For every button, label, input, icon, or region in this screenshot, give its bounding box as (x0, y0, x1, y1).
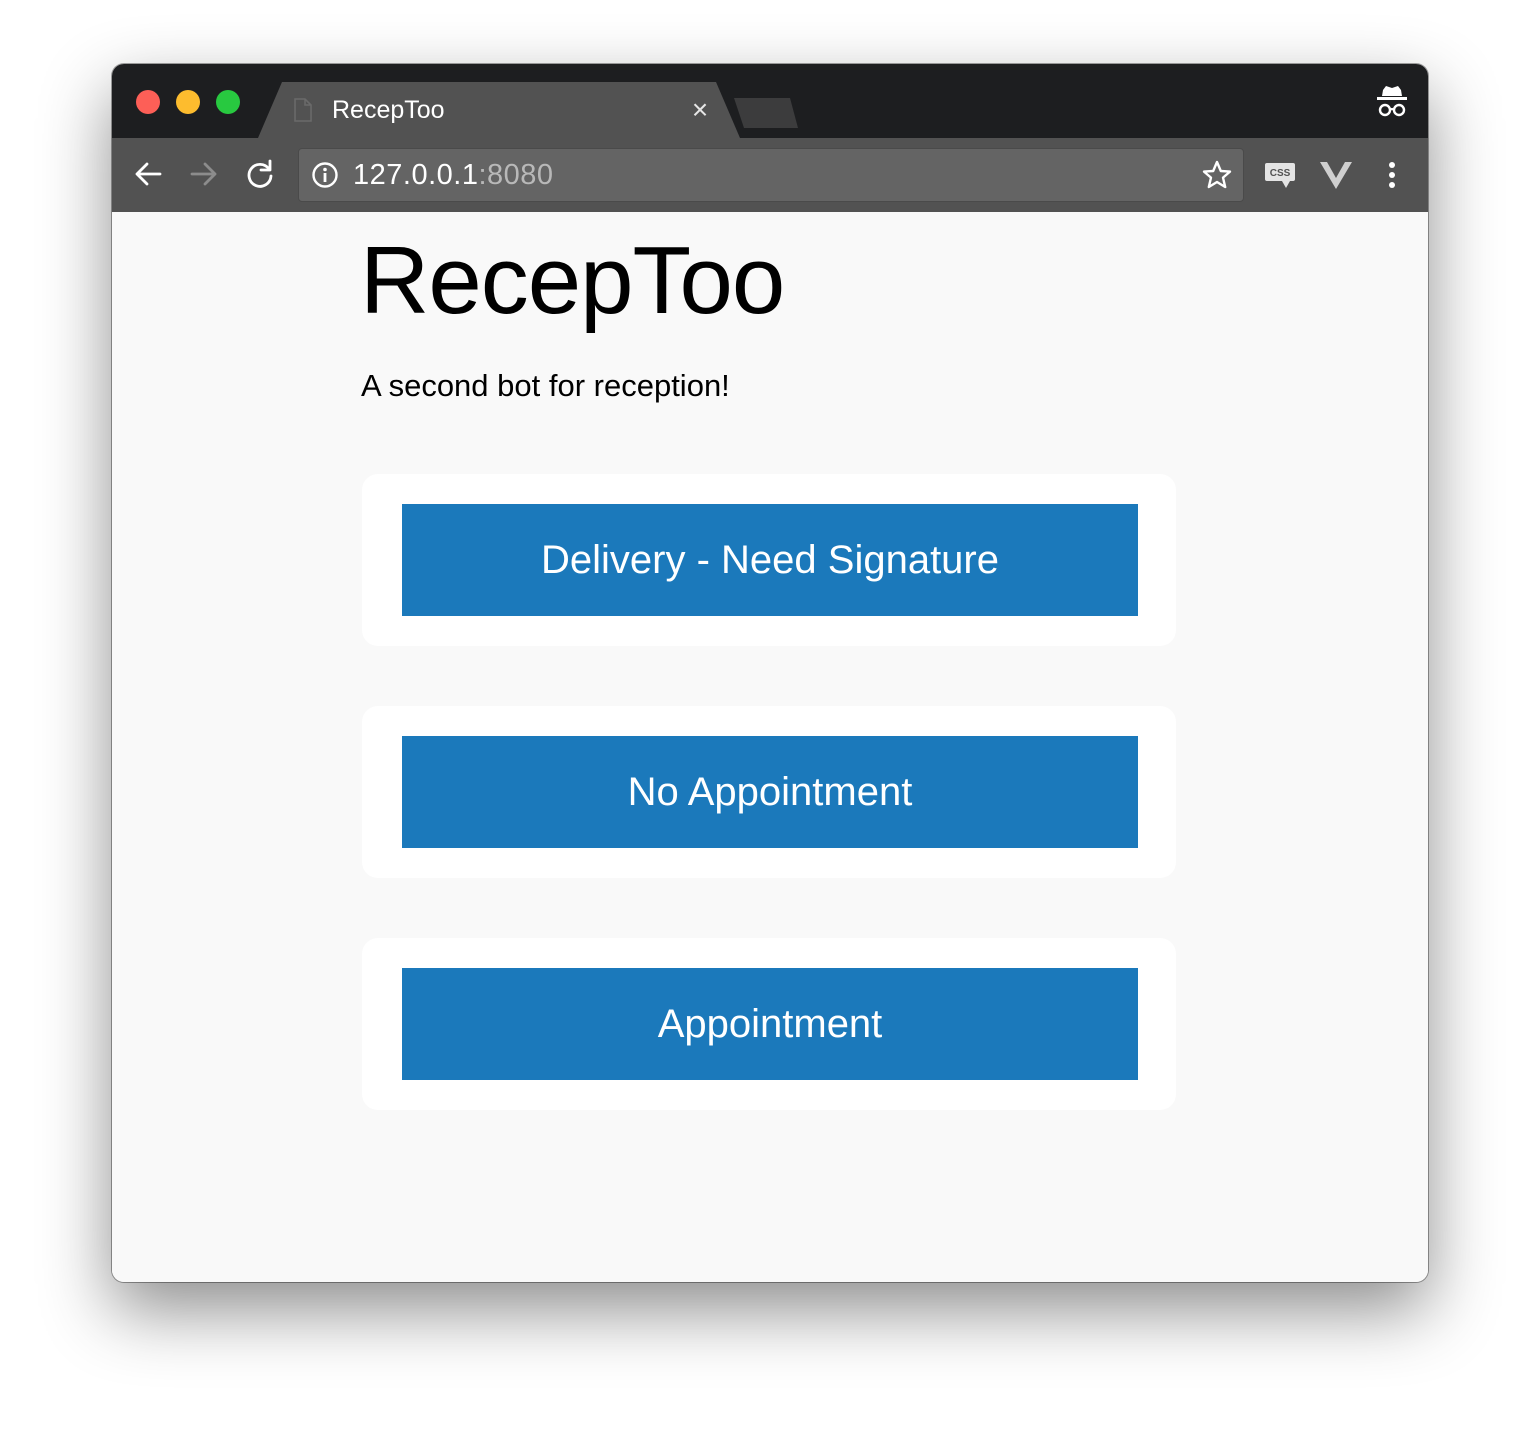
window-close-button[interactable] (136, 90, 160, 114)
css-extension-icon[interactable]: CSS (1262, 158, 1298, 192)
address-url: 127.0.0.1:8080 (353, 159, 554, 191)
appointment-button[interactable]: Appointment (402, 968, 1138, 1080)
url-host: 127.0.0.1 (353, 159, 479, 191)
arrow-left-icon[interactable] (132, 158, 164, 190)
tab-receptoo[interactable]: RecepToo × (258, 82, 740, 138)
more-vertical-icon[interactable] (1374, 158, 1410, 192)
browser-toolbar: 127.0.0.1:8080 CSS (112, 138, 1428, 213)
tab-strip: RecepToo × (112, 64, 1428, 138)
appointment-card: Appointment (362, 938, 1176, 1110)
window-zoom-button[interactable] (216, 90, 240, 114)
tab-close-icon[interactable]: × (688, 96, 712, 124)
tab-title: RecepToo (332, 96, 445, 124)
window-minimize-button[interactable] (176, 90, 200, 114)
no-appointment-button[interactable]: No Appointment (402, 736, 1138, 848)
url-port: :8080 (478, 159, 554, 191)
vue-devtools-icon[interactable] (1318, 158, 1354, 192)
page-subtitle: A second bot for reception! (361, 368, 730, 403)
star-icon[interactable] (1201, 159, 1233, 191)
page-title: RecepToo (360, 227, 785, 334)
new-tab-button[interactable] (734, 98, 798, 128)
reload-icon[interactable] (244, 158, 276, 190)
arrow-right-icon[interactable] (188, 158, 220, 190)
delivery-need-signature-button[interactable]: Delivery - Need Signature (402, 504, 1138, 616)
incognito-icon (1377, 86, 1407, 117)
info-icon[interactable] (311, 161, 339, 189)
browser-window: RecepToo × 127.0.0.1:8080 CSS RecepToo A… (112, 64, 1428, 1282)
no-appointment-card: No Appointment (362, 706, 1176, 878)
svg-text:CSS: CSS (1270, 168, 1291, 179)
page-content: RecepToo A second bot for reception! Del… (112, 212, 1428, 1282)
delivery-card: Delivery - Need Signature (362, 474, 1176, 646)
address-bar[interactable]: 127.0.0.1:8080 (298, 148, 1244, 202)
document-icon (294, 98, 312, 122)
